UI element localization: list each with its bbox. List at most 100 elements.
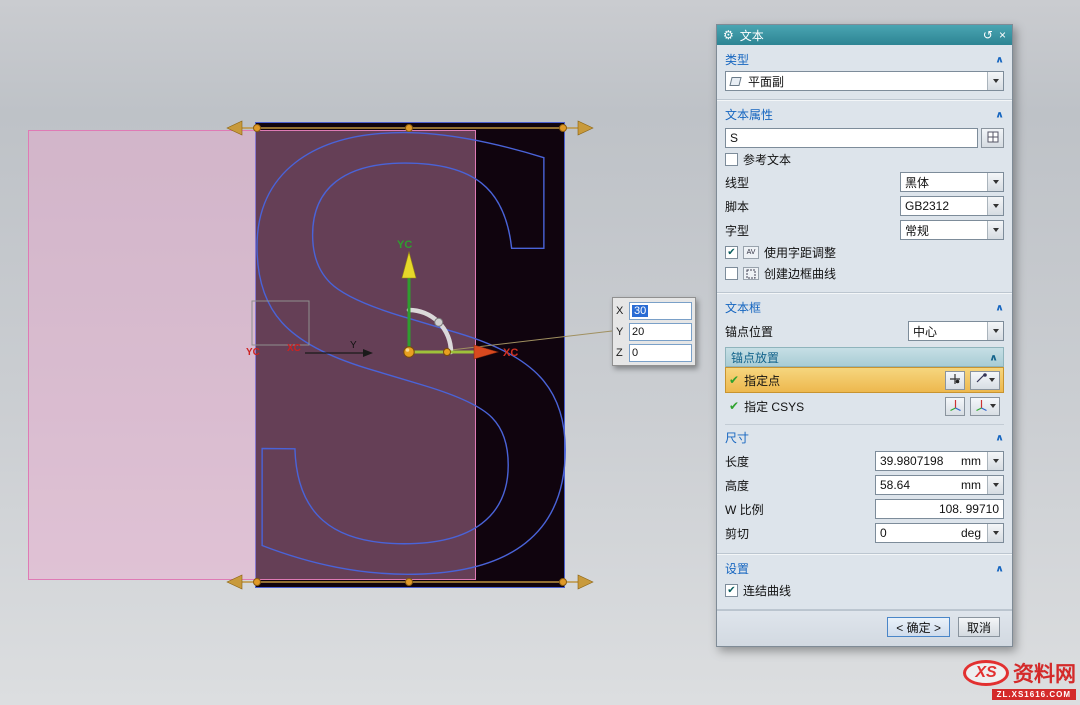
point-inference-button[interactable] — [970, 371, 1000, 390]
height-input[interactable]: 58.64 mm — [875, 475, 1004, 495]
collapse-type-icon[interactable]: ∧ — [995, 53, 1004, 64]
anchor-placement-bar[interactable]: 锚点放置 ∧ — [725, 347, 1004, 367]
length-row: 长度 39.9807198 mm — [725, 449, 1004, 473]
x-label: X — [616, 305, 625, 317]
wscale-input[interactable]: 108. 99710 — [875, 499, 1004, 519]
y-coordinate-row: Y 20 — [616, 321, 692, 342]
style-dropdown[interactable]: 常规 — [900, 220, 1004, 240]
settings-section: 设置 ∧ ✔ 连结曲线 — [717, 554, 1012, 610]
wscale-row: W 比例 108. 99710 — [725, 497, 1004, 521]
sketch-axis-y-label: Y — [350, 340, 357, 351]
y-coordinate-input[interactable]: 20 — [629, 323, 692, 341]
join-curves-checkbox[interactable]: ✔ — [725, 584, 738, 597]
reference-text-row: 参考文本 — [725, 149, 1004, 170]
text-frame-header: 文本框 — [725, 299, 761, 316]
watermark-name: 资料网 — [1013, 658, 1076, 688]
join-curves-label: 连结曲线 — [743, 582, 791, 599]
dialog-titlebar[interactable]: ⚙ 文本 ↺ × — [717, 25, 1012, 45]
kerning-label: 使用字距调整 — [764, 244, 836, 261]
type-value: 平面副 — [744, 73, 987, 90]
canvas-overlay: S YC XC Y — [0, 0, 716, 705]
anchor-location-dropdown[interactable]: 中心 — [908, 321, 1004, 341]
dropdown-arrow-icon[interactable] — [987, 72, 1003, 90]
check-icon: ✔ — [729, 373, 739, 387]
gear-icon[interactable]: ⚙ — [723, 29, 734, 41]
anchor-origin-ball — [404, 347, 414, 357]
app-window: S YC XC Y — [0, 0, 1080, 705]
dropdown-arrow-icon[interactable] — [987, 221, 1003, 239]
ok-button[interactable]: < 确定 > — [887, 617, 950, 637]
collapse-settings-icon[interactable]: ∧ — [995, 562, 1004, 573]
shear-label: 剪切 — [725, 525, 749, 542]
csys-icon — [975, 398, 988, 414]
close-icon[interactable]: × — [999, 29, 1006, 41]
dropdown-arrow-icon[interactable] — [987, 322, 1003, 340]
y-label: Y — [616, 326, 625, 338]
sketch-axis-xc-label: XC — [287, 343, 301, 354]
collapse-anchor-placement-icon[interactable]: ∧ — [989, 351, 998, 362]
length-input[interactable]: 39.9807198 mm — [875, 451, 1004, 471]
font-label: 线型 — [725, 174, 749, 191]
planar-icon — [726, 76, 744, 87]
text-symbols-button[interactable] — [981, 128, 1004, 148]
height-row: 高度 58.64 mm — [725, 473, 1004, 497]
dropdown-arrow-icon[interactable] — [987, 524, 1003, 542]
triad-yc-label: YC — [397, 239, 412, 251]
inferred-point-icon — [976, 373, 987, 387]
dimensions-header-row: 尺寸 ∧ — [725, 424, 1004, 449]
shear-row: 剪切 0 deg — [725, 521, 1004, 545]
z-coordinate-row: Z 0 — [616, 342, 692, 363]
dialog-title: 文本 — [740, 27, 764, 44]
border-curves-checkbox[interactable] — [725, 267, 738, 280]
kerning-row: ✔ AV 使用字距调整 — [725, 242, 1004, 263]
dropdown-arrow-icon[interactable] — [987, 197, 1003, 215]
reset-icon[interactable]: ↺ — [983, 29, 993, 41]
dimensions-header: 尺寸 — [725, 429, 749, 446]
x-axis-grip — [444, 349, 451, 356]
dynamic-input-box: X 30 Y 20 Z 0 — [612, 297, 696, 366]
csys-inference-button[interactable] — [970, 397, 1000, 416]
z-coordinate-input[interactable]: 0 — [629, 344, 692, 362]
reference-text-label: 参考文本 — [743, 151, 791, 168]
length-label: 长度 — [725, 453, 749, 470]
style-label: 字型 — [725, 222, 749, 239]
collapse-text-properties-icon[interactable]: ∧ — [995, 108, 1004, 119]
csys-dialog-button[interactable] — [945, 397, 965, 416]
specify-point-label: 指定点 — [744, 372, 940, 389]
kerning-checkbox[interactable]: ✔ — [725, 246, 738, 259]
cancel-button[interactable]: 取消 — [958, 617, 1000, 637]
type-dropdown[interactable]: 平面副 — [725, 71, 1004, 91]
text-properties-header: 文本属性 — [725, 106, 773, 123]
dropdown-arrow-icon[interactable] — [987, 476, 1003, 494]
script-dropdown[interactable]: GB2312 — [900, 196, 1004, 216]
border-curves-label: 创建边框曲线 — [764, 265, 836, 282]
type-section: 类型 ∧ 平面副 — [717, 45, 1012, 100]
settings-header: 设置 — [725, 560, 749, 577]
collapse-text-frame-icon[interactable]: ∧ — [995, 301, 1004, 312]
font-dropdown[interactable]: 黑体 — [900, 172, 1004, 192]
text-string-input[interactable]: S — [725, 128, 978, 148]
dropdown-arrow-icon[interactable] — [987, 173, 1003, 191]
specify-csys-row[interactable]: ✔ 指定 CSYS — [725, 393, 1004, 419]
point-plus-icon — [949, 373, 961, 388]
text-properties-section: 文本属性 ∧ S 参考文本 线型 黑体 — [717, 100, 1012, 293]
dialog-footer: < 确定 > 取消 — [717, 610, 1012, 646]
anchor-location-label: 锚点位置 — [725, 323, 773, 340]
join-curves-row: ✔ 连结曲线 — [725, 580, 1004, 601]
style-row: 字型 常规 — [725, 218, 1004, 242]
dropdown-arrow-icon[interactable] — [987, 452, 1003, 470]
shear-input[interactable]: 0 deg — [875, 523, 1004, 543]
anchor-placement-header: 锚点放置 — [731, 349, 779, 366]
watermark-logo: XS — [963, 660, 1009, 686]
point-dialog-button[interactable] — [945, 371, 965, 390]
font-row: 线型 黑体 — [725, 170, 1004, 194]
anchor-location-row: 锚点位置 中心 — [725, 319, 1004, 343]
triad-xc-label: XC — [503, 347, 518, 359]
reference-text-checkbox[interactable] — [725, 153, 738, 166]
script-row: 脚本 GB2312 — [725, 194, 1004, 218]
specify-point-row[interactable]: ✔ 指定点 — [725, 367, 1004, 393]
x-coordinate-input[interactable]: 30 — [629, 302, 692, 320]
script-label: 脚本 — [725, 198, 749, 215]
check-icon: ✔ — [729, 399, 739, 413]
collapse-dimensions-icon[interactable]: ∧ — [995, 431, 1004, 442]
